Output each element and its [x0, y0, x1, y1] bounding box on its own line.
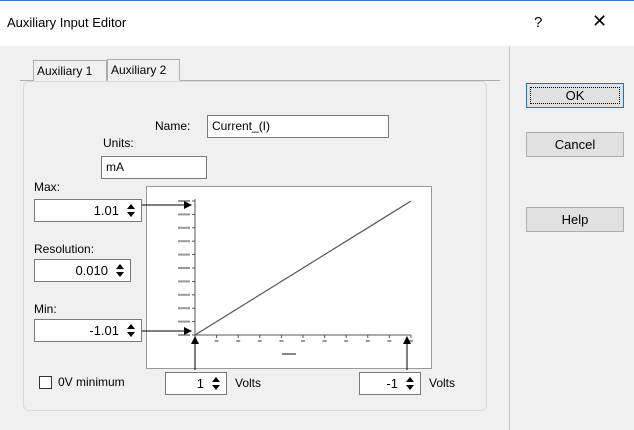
- resolution-value: 0.010: [75, 263, 108, 278]
- units-label: Units:: [103, 136, 134, 150]
- y-tick-label-blur: [178, 267, 190, 269]
- tab-auxiliary-2[interactable]: Auxiliary 2: [107, 59, 180, 81]
- name-label: Name:: [155, 119, 191, 133]
- help-button[interactable]: Help: [526, 207, 624, 232]
- ok-button[interactable]: OK: [526, 83, 624, 108]
- volts-left-value: 1: [196, 376, 204, 391]
- x-tick-label-blur: [387, 340, 392, 342]
- x-tick-label-blur: [279, 340, 284, 342]
- y-ticks: [178, 200, 195, 336]
- series-line: [194, 200, 412, 336]
- y-tick-label-blur: [178, 213, 190, 216]
- arrow-right-icon: [142, 201, 192, 209]
- zero-volt-minimum-checkbox[interactable]: [39, 376, 52, 389]
- close-icon[interactable]: ✕: [592, 11, 607, 32]
- y-tick-label-blur: [178, 253, 190, 256]
- x-tick-label-blur: [301, 340, 305, 342]
- volts-right-spinner[interactable]: -1: [359, 372, 421, 395]
- x-axis-label-blur: [282, 353, 296, 355]
- tab-auxiliary-1[interactable]: Auxiliary 1: [33, 60, 107, 81]
- x-tick-label-blur: [257, 340, 262, 342]
- max-label: Max:: [34, 180, 61, 194]
- voltage-map-graph: [146, 186, 432, 369]
- spin-arrows-icon[interactable]: [211, 375, 221, 392]
- resolution-spinner[interactable]: 0.010: [34, 259, 131, 282]
- y-tick-label-blur: [178, 280, 190, 283]
- min-value: -1.01: [89, 323, 119, 338]
- spin-arrows-icon[interactable]: [126, 322, 136, 339]
- help-icon[interactable]: ?: [534, 14, 542, 31]
- x-tick-label-blur: [322, 340, 327, 342]
- y-tick-label-blur: [178, 240, 190, 243]
- volts-left-unit: Volts: [235, 376, 262, 390]
- zero-volt-minimum-label: 0V minimum: [58, 375, 125, 389]
- spin-arrows-icon[interactable]: [115, 262, 125, 279]
- divider: [509, 46, 510, 430]
- x-tick-label-blur: [236, 340, 241, 342]
- y-tick-label-blur: [178, 307, 190, 310]
- x-tick-label-blur: [344, 340, 349, 342]
- spin-arrows-icon[interactable]: [405, 375, 415, 392]
- x-tick-label-blur: [365, 340, 370, 342]
- min-spinner[interactable]: -1.01: [34, 319, 142, 342]
- volts-left-spinner[interactable]: 1: [165, 372, 227, 395]
- cancel-button[interactable]: Cancel: [526, 132, 624, 157]
- volts-right-unit: Volts: [429, 376, 456, 390]
- arrow-up-icon: [403, 336, 411, 370]
- max-value: 1.01: [93, 203, 119, 218]
- x-ticks: [193, 335, 413, 342]
- y-tick-label-blur: [178, 293, 190, 296]
- volts-right-value: -1: [386, 376, 398, 391]
- y-tick-label-blur: [178, 226, 190, 229]
- window-title: Auxiliary Input Editor: [7, 15, 127, 30]
- resolution-label: Resolution:: [34, 242, 95, 256]
- units-field[interactable]: mA: [101, 156, 207, 179]
- min-label: Min:: [34, 302, 57, 316]
- x-tick-label-blur: [214, 340, 219, 342]
- max-spinner[interactable]: 1.01: [34, 199, 142, 222]
- arrow-right-icon: [142, 327, 192, 335]
- focus-rect: [530, 87, 620, 104]
- name-field[interactable]: Current_(I): [207, 115, 389, 138]
- spin-arrows-icon[interactable]: [126, 202, 136, 219]
- arrow-up-icon: [191, 336, 199, 370]
- y-tick-label-blur: [178, 320, 190, 323]
